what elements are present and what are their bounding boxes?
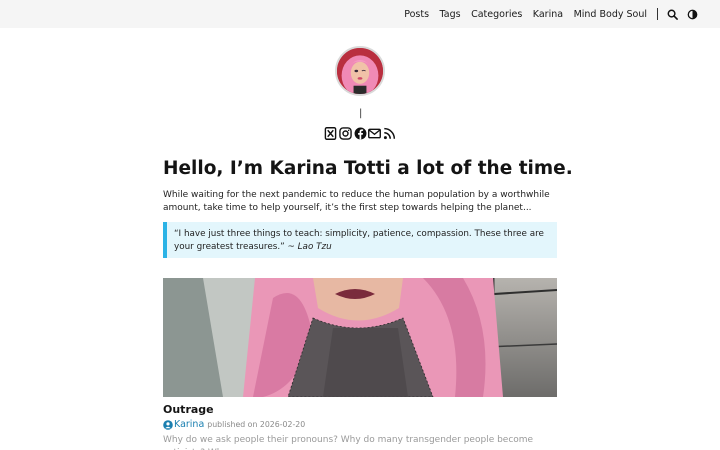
email-icon[interactable] — [368, 127, 382, 140]
featured-quote: “I have just three things to teach: simp… — [163, 222, 557, 258]
main-nav: Posts Tags Categories Karina Mind Body S… — [394, 0, 698, 28]
post-excerpt: Why do we ask people their pronouns? Why… — [163, 435, 534, 450]
theme-toggle-icon[interactable] — [687, 9, 698, 20]
post-meta: Karina published on 2026-02-20 — [163, 419, 305, 430]
profile-avatar — [335, 46, 385, 96]
social-links — [324, 127, 396, 141]
author-icon — [163, 419, 173, 430]
intro-paragraph: While waiting for the next pandemic to r… — [163, 190, 550, 213]
rss-icon[interactable] — [383, 127, 396, 140]
nav-link-tags[interactable]: Tags — [440, 9, 461, 20]
facebook-icon[interactable] — [354, 127, 367, 140]
nav-divider — [657, 8, 658, 20]
post-cover-image[interactable] — [163, 278, 557, 397]
nav-link-mind-body-soul[interactable]: Mind Body Soul — [574, 9, 647, 20]
profile-separator: | — [359, 108, 363, 119]
post-published-date: published on 2026-02-20 — [207, 420, 306, 429]
x-twitter-icon[interactable] — [324, 127, 337, 140]
page-headline: Hello, I’m Karina Totti a lot of the tim… — [163, 158, 573, 179]
nav-link-karina[interactable]: Karina — [533, 9, 563, 20]
nav-link-posts[interactable]: Posts — [404, 9, 429, 20]
post-author-link[interactable]: Karina — [174, 419, 204, 430]
search-icon[interactable] — [667, 9, 678, 20]
top-navigation-bar: Posts Tags Categories Karina Mind Body S… — [0, 0, 720, 28]
quote-author: Lao Tzu — [297, 241, 332, 252]
quote-text: “I have just three things to teach: simp… — [174, 229, 544, 252]
nav-link-categories[interactable]: Categories — [471, 9, 522, 20]
instagram-icon[interactable] — [338, 127, 352, 140]
post-title[interactable]: Outrage — [163, 403, 557, 416]
